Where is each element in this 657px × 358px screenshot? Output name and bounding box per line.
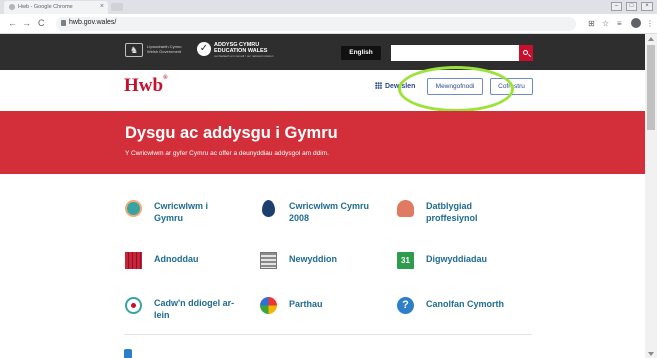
link-events-label: Digwyddiadau (426, 254, 488, 264)
hwb-logo-text: Hwb (124, 75, 164, 96)
lock-icon (61, 20, 66, 26)
profile-avatar[interactable] (631, 18, 641, 28)
scrollbar-thumb[interactable] (647, 45, 655, 130)
window-minimize-button[interactable]: – (611, 2, 622, 11)
help-icon: ? (397, 297, 414, 314)
search-icon (523, 50, 528, 55)
calendar-icon: 31 (397, 252, 414, 269)
welsh-government-logo[interactable]: ♞ Llywodraeth Cymru Welsh Government (125, 43, 181, 57)
browser-tab[interactable]: Hwb - Google Chrome × (4, 1, 108, 14)
next-section-icon (124, 349, 132, 358)
scroll-down-icon[interactable] (648, 352, 654, 356)
link-help-centre-label: Canolfan Cymorth (426, 299, 505, 309)
register-button[interactable]: Cofrestru (490, 78, 533, 95)
scroll-up-icon[interactable] (648, 37, 654, 41)
back-arrow-icon[interactable]: ← (8, 18, 17, 29)
favicon-icon (9, 4, 15, 10)
hwb-logo[interactable]: Hwb® (124, 75, 168, 97)
hero-banner: Dysgu ac addysgu i Gymru Y Cwricwlwm ar … (0, 111, 645, 174)
drop-icon (262, 200, 275, 217)
menu-link[interactable]: Dewislen (375, 80, 415, 94)
language-toggle-button[interactable]: English (341, 46, 381, 60)
link-curriculum-wales-label: Cwricwlwm i Gymru (154, 201, 209, 223)
education-wales-title: ADDYSG CYMRU EDUCATION WALES (214, 42, 267, 54)
dragon-icon: ♞ (125, 43, 143, 57)
link-news-label: Newyddion (289, 254, 338, 264)
window-maximize-button[interactable]: □ (626, 2, 637, 11)
link-zones-label: Parthau (289, 299, 323, 309)
gov-logo-english: Welsh Government (147, 49, 182, 54)
address-url: hwb.gov.wales/ (69, 19, 117, 26)
grid-menu-icon (375, 82, 382, 89)
registered-mark: ® (163, 75, 168, 81)
browser-toolbar: ← → C hwb.gov.wales/ ⊞ ☆ ≡ ⋮ (0, 14, 657, 34)
address-bar[interactable]: hwb.gov.wales/ (56, 17, 576, 31)
link-resources-label: Adnoddau (154, 254, 199, 264)
pinwheel-icon (260, 297, 277, 314)
translate-icon[interactable]: ⊞ (588, 18, 595, 29)
reload-icon[interactable]: C (38, 18, 45, 29)
curriculum-icon (125, 200, 142, 217)
tab-title: Hwb - Google Chrome (18, 4, 73, 10)
login-button[interactable]: Mewngofnodi (427, 78, 483, 95)
site-nav-bar: Hwb® Dewislen Mewngofnodi Cofrestru (0, 70, 657, 111)
search-button[interactable] (519, 45, 533, 61)
link-online-safety-label: Cadw'n ddiogel ar-lein (154, 298, 235, 320)
site-top-bar: ♞ Llywodraeth Cymru Welsh Government ✓ A… (0, 34, 657, 70)
newspaper-icon (260, 252, 277, 269)
menu-link-label: Dewislen (385, 83, 416, 90)
new-tab-button[interactable] (111, 3, 123, 11)
extension-icon[interactable]: ≡ (617, 18, 622, 29)
chrome-menu-icon[interactable]: ⋮ (646, 18, 654, 29)
check-circle-icon: ✓ (197, 42, 211, 56)
window-close-button[interactable]: × (641, 2, 653, 11)
link-professional-development-label: Datblygiad proffesiynol (426, 201, 478, 223)
tree-icon (397, 200, 414, 217)
forward-arrow-icon[interactable]: → (22, 18, 31, 29)
tab-close-icon[interactable]: × (100, 3, 104, 10)
shield-icon (125, 297, 142, 314)
books-icon (125, 252, 142, 269)
browser-titlebar: Hwb - Google Chrome × – □ × (0, 0, 657, 14)
site-search-input[interactable] (391, 45, 519, 61)
link-curriculum-2008-label: Cwricwlwm Cymru 2008 (289, 201, 370, 223)
bookmark-star-icon[interactable]: ☆ (602, 18, 609, 29)
hero-title: Dysgu ac addysgu i Gymru (125, 124, 338, 142)
section-divider (124, 334, 532, 335)
gov-logo-text: Llywodraeth Cymru Welsh Government (147, 44, 181, 54)
hero-subtitle: Y Cwricwlwm ar gyfer Cymru ac offer a de… (125, 150, 329, 157)
education-wales-tagline: cenhadaeth ein cenedl / our national mis… (214, 54, 274, 58)
